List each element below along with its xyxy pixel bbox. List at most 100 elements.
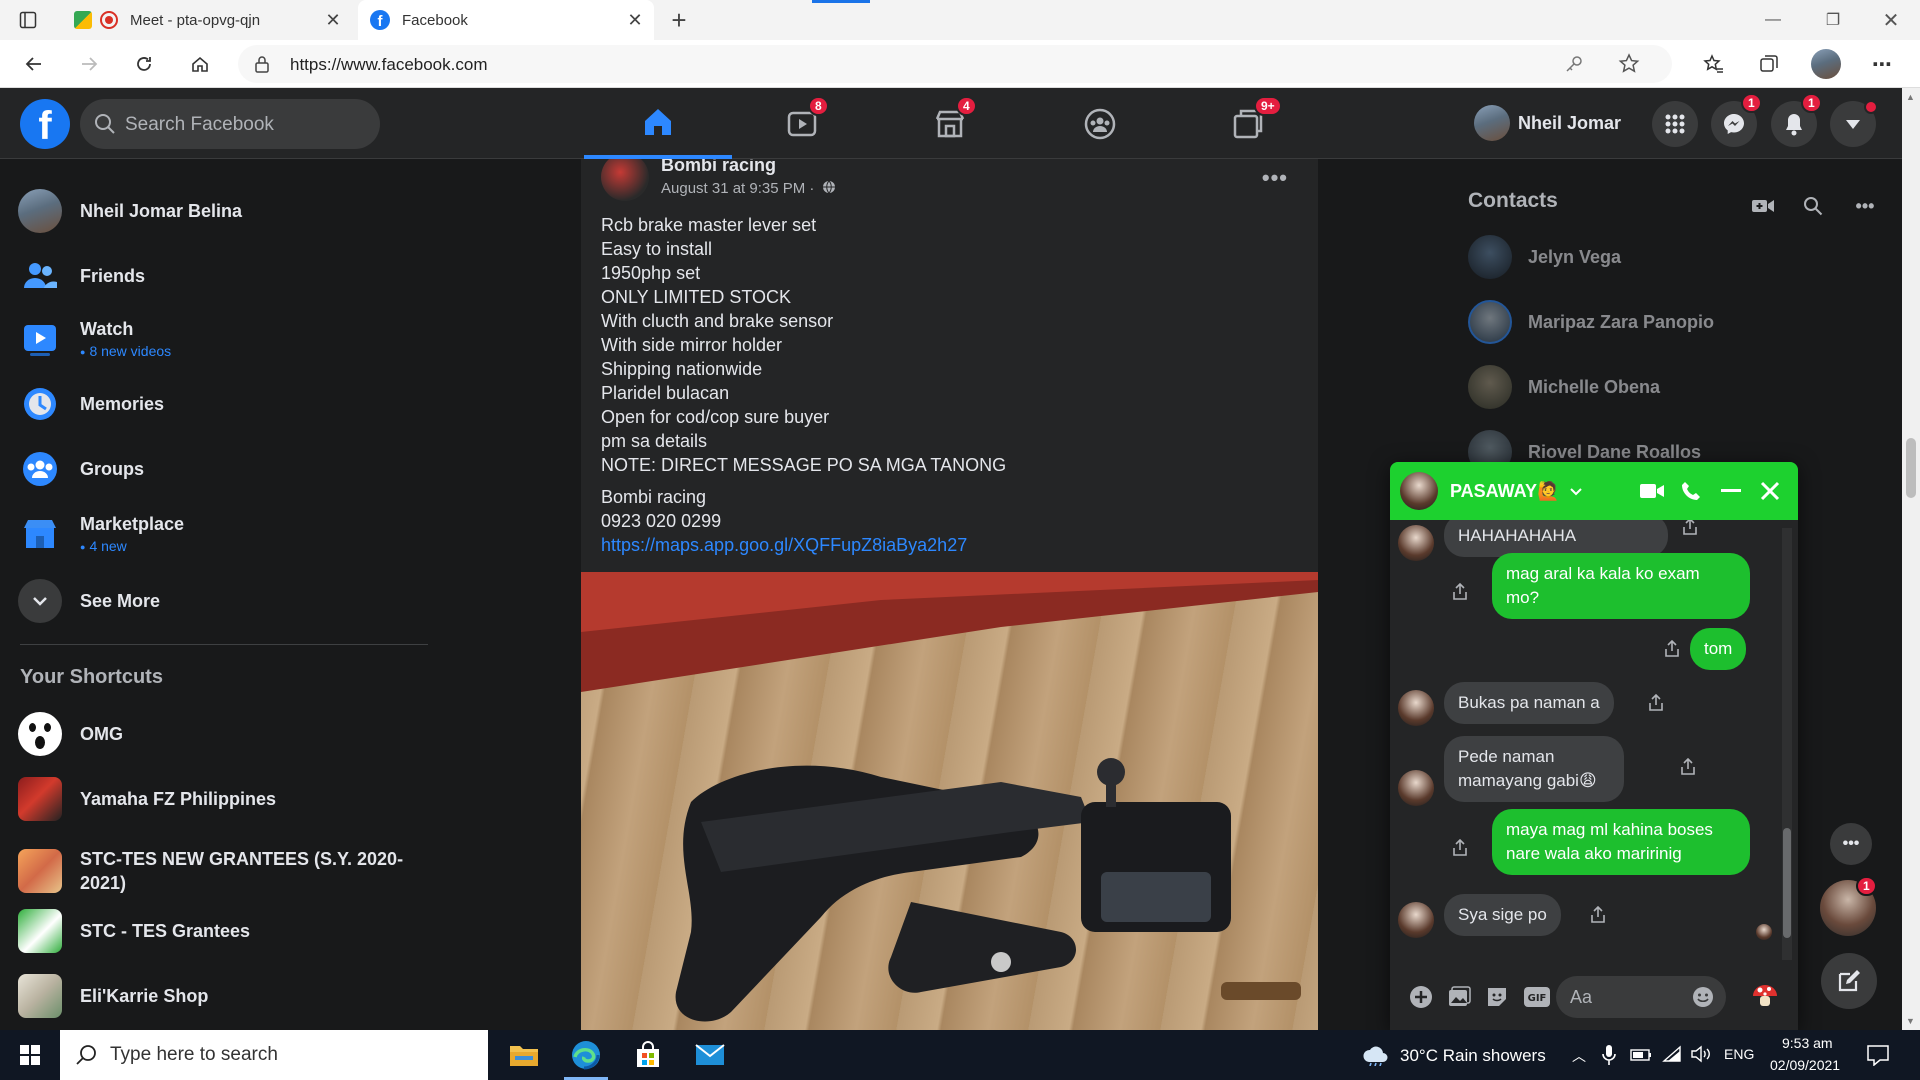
nav-home-tab[interactable] xyxy=(584,88,732,159)
message-incoming[interactable]: Pede naman mamayang gabi😩 xyxy=(1444,736,1624,802)
sidebar-item-groups[interactable]: Groups xyxy=(18,440,438,498)
minimize-window-button[interactable]: — xyxy=(1750,0,1796,40)
clock-time[interactable]: 9:53 am xyxy=(1782,1035,1833,1051)
taskbar-search-box[interactable]: Type here to search xyxy=(60,1030,488,1080)
account-button[interactable] xyxy=(1830,100,1878,147)
volume-icon[interactable] xyxy=(1690,1045,1712,1068)
post-author-avatar[interactable] xyxy=(601,159,649,201)
quick-reaction-mushroom-icon[interactable] xyxy=(1750,980,1780,1010)
see-more-button[interactable]: See More xyxy=(18,572,438,630)
close-chat-icon[interactable] xyxy=(1756,477,1784,505)
address-bar[interactable]: https://www.facebook.com xyxy=(238,45,1672,83)
share-icon[interactable] xyxy=(1662,638,1682,660)
restore-window-button[interactable]: ❐ xyxy=(1810,0,1856,40)
menu-button[interactable] xyxy=(1652,101,1698,147)
collections-icon[interactable] xyxy=(1753,48,1785,80)
post-link[interactable]: https://maps.app.goo.gl/XQFFupZ8iaBya2h2… xyxy=(601,533,1281,557)
shortcut-item[interactable]: STC-TES NEW GRANTEES (S.Y. 2020-2021) xyxy=(18,835,438,907)
photo-icon[interactable] xyxy=(1446,984,1472,1010)
start-button[interactable] xyxy=(0,1030,60,1080)
share-icon[interactable] xyxy=(1450,581,1470,603)
home-icon[interactable] xyxy=(184,48,216,80)
browser-profile-avatar[interactable] xyxy=(1810,48,1842,80)
post-photo[interactable] xyxy=(581,572,1318,1030)
sticker-icon[interactable] xyxy=(1484,984,1510,1010)
nav-watch-tab[interactable]: 8 xyxy=(728,88,876,159)
tab-facebook[interactable]: f Facebook ✕ xyxy=(358,0,654,40)
contacts-options-icon[interactable]: ••• xyxy=(1852,193,1878,219)
message-input[interactable]: Aa xyxy=(1556,976,1726,1018)
sidebar-item-friends[interactable]: Friends xyxy=(18,247,438,305)
scroll-up-arrow-icon[interactable]: ▲ xyxy=(1906,92,1915,102)
close-tab-icon[interactable]: ✕ xyxy=(624,9,646,31)
notification-center-icon[interactable] xyxy=(1866,1044,1890,1071)
nav-marketplace-tab[interactable]: 4 xyxy=(876,88,1024,159)
share-icon[interactable] xyxy=(1450,837,1470,859)
contact-item[interactable]: Maripaz Zara Panopio xyxy=(1468,296,1714,348)
page-scrollbar-thumb[interactable] xyxy=(1906,438,1916,498)
close-window-button[interactable]: ✕ xyxy=(1868,0,1914,40)
language-indicator[interactable]: ENG xyxy=(1724,1046,1754,1062)
battery-icon[interactable] xyxy=(1630,1048,1652,1066)
edge-browser-app[interactable] xyxy=(556,1030,616,1080)
messenger-button[interactable]: 1 xyxy=(1711,93,1762,147)
new-message-button[interactable] xyxy=(1821,953,1877,1009)
browser-menu-icon[interactable]: ⋯ xyxy=(1866,48,1898,80)
sidebar-item-marketplace[interactable]: Marketplace 4 new xyxy=(18,505,438,563)
close-tab-icon[interactable]: ✕ xyxy=(322,9,344,31)
message-incoming[interactable]: Bukas pa naman a xyxy=(1444,682,1614,724)
wifi-icon[interactable] xyxy=(1662,1045,1682,1068)
plus-icon[interactable] xyxy=(1408,984,1434,1010)
add-favorite-icon[interactable] xyxy=(1618,53,1640,80)
message-outgoing[interactable]: tom xyxy=(1690,628,1747,670)
weather-icon[interactable] xyxy=(1362,1044,1388,1071)
page-scrollbar[interactable]: ▲ ▼ xyxy=(1902,88,1920,1030)
microphone-icon[interactable] xyxy=(1602,1044,1616,1071)
post-options-icon[interactable]: ••• xyxy=(1262,165,1288,191)
phone-call-icon[interactable] xyxy=(1677,477,1705,505)
sidebar-item-watch[interactable]: Watch 8 new videos xyxy=(18,310,438,368)
message-outgoing[interactable]: maya mag ml kahina boses nare wala ako m… xyxy=(1492,809,1750,875)
new-tab-button[interactable]: + xyxy=(663,4,695,36)
contact-item[interactable]: Jelyn Vega xyxy=(1468,231,1621,283)
share-icon[interactable] xyxy=(1678,756,1698,778)
mail-app[interactable] xyxy=(680,1030,740,1080)
share-icon[interactable] xyxy=(1680,520,1700,538)
refresh-icon[interactable] xyxy=(128,48,160,80)
emoji-icon[interactable] xyxy=(1692,986,1714,1013)
clock-date[interactable]: 02/09/2021 xyxy=(1770,1057,1840,1073)
profile-chip[interactable]: Nheil Jomar xyxy=(1474,102,1621,144)
key-icon[interactable] xyxy=(1564,54,1584,79)
favorites-icon[interactable] xyxy=(1698,48,1730,80)
video-call-icon[interactable] xyxy=(1638,477,1666,505)
sidebar-item-profile[interactable]: Nheil Jomar Belina xyxy=(18,182,438,240)
store-app[interactable] xyxy=(618,1030,678,1080)
search-icon[interactable] xyxy=(1800,193,1826,219)
nav-groups-tab[interactable] xyxy=(1026,88,1174,159)
chat-scrollbar[interactable] xyxy=(1782,528,1792,960)
message-outgoing[interactable]: mag aral ka kala ko exam mo? xyxy=(1492,553,1750,619)
gif-icon[interactable]: GIF xyxy=(1522,984,1552,1010)
back-arrow-icon[interactable] xyxy=(18,48,50,80)
chat-header[interactable]: PASAWAY🙋 xyxy=(1390,462,1798,520)
nav-gaming-tab[interactable]: 9+ xyxy=(1174,88,1322,159)
show-hidden-icons-chevron-icon[interactable]: ︿ xyxy=(1572,1046,1586,1066)
message-incoming[interactable]: HAHAHAHAHA xyxy=(1444,520,1668,557)
new-room-icon[interactable] xyxy=(1750,193,1776,219)
minimize-chat-icon[interactable] xyxy=(1717,477,1745,505)
weather-text[interactable]: 30°C Rain showers xyxy=(1400,1046,1546,1066)
search-facebook-input[interactable]: Search Facebook xyxy=(80,99,380,149)
tab-actions-icon[interactable] xyxy=(12,4,44,36)
share-icon[interactable] xyxy=(1646,692,1666,714)
post-timestamp[interactable]: August 31 at 9:35 PM · xyxy=(661,180,836,198)
notifications-button[interactable]: 1 xyxy=(1771,93,1822,147)
contact-item[interactable]: Michelle Obena xyxy=(1468,361,1660,413)
shortcut-item[interactable]: Eli'Karrie Shop xyxy=(18,967,438,1025)
facebook-logo[interactable]: f xyxy=(20,99,70,149)
more-chats-button[interactable]: ••• xyxy=(1830,823,1872,865)
chat-head-avatar[interactable]: 1 xyxy=(1820,876,1877,936)
forward-arrow-icon[interactable] xyxy=(73,48,105,80)
shortcut-item[interactable]: STC - TES Grantees xyxy=(18,902,438,960)
message-incoming[interactable]: Sya sige po xyxy=(1444,894,1561,936)
shortcut-item[interactable]: Yamaha FZ Philippines xyxy=(18,770,438,828)
